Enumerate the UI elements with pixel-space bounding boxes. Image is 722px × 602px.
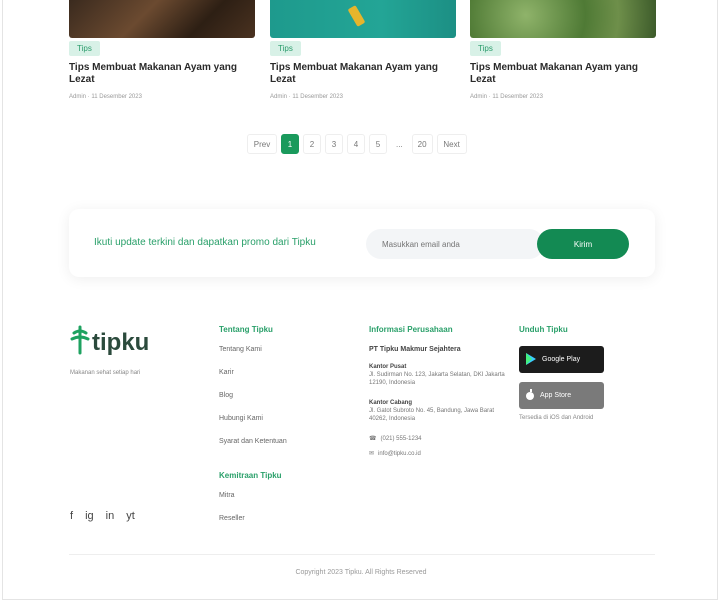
app-store-button[interactable]: App Store: [519, 382, 604, 409]
apple-icon: [525, 388, 535, 403]
phone-text: (021) 555-1234: [380, 435, 422, 442]
footer-divider: [69, 554, 655, 555]
contact-email[interactable]: ✉ info@tipku.co.id: [369, 450, 509, 458]
article-meta: Admin · 11 Desember 2023: [270, 94, 343, 100]
pagination-ellipsis: ...: [391, 134, 408, 154]
article-title[interactable]: Tips Membuat Makanan Ayam yang Lezat: [69, 62, 255, 88]
article-tag[interactable]: Tips: [470, 41, 501, 56]
logo-wordmark: tipku: [92, 329, 150, 356]
footer-column-heading: Kemitraan Tipku: [219, 471, 282, 480]
footer-link[interactable]: Mitra: [219, 492, 349, 515]
phone-icon: ☎: [369, 436, 377, 442]
footer-link[interactable]: Syarat dan Ketentuan: [219, 438, 349, 461]
article-tag[interactable]: Tips: [270, 41, 301, 56]
instagram-icon[interactable]: ig: [85, 510, 94, 522]
page-button-2[interactable]: 2: [303, 134, 321, 154]
store-note: Tersedia di iOS dan Android: [519, 415, 594, 421]
footer-link[interactable]: Karir: [219, 369, 349, 392]
google-play-button[interactable]: Google Play: [519, 346, 604, 373]
facebook-icon[interactable]: f: [70, 510, 73, 522]
article-thumbnail[interactable]: [270, 0, 456, 38]
logo-icon: [70, 325, 90, 361]
newsletter-box: Ikuti update terkini dan dapatkan promo …: [69, 209, 655, 277]
footer-link[interactable]: Tentang Kami: [219, 346, 349, 369]
google-play-label: Google Play: [542, 356, 581, 363]
address-text: Jl. Gatot Subroto No. 45, Bandung, Jawa …: [369, 408, 495, 422]
article-card[interactable]: Tips Tips Membuat Makanan Ayam yang Leza…: [270, 0, 456, 100]
newsletter-text: Ikuti update terkini dan dapatkan promo …: [94, 237, 316, 248]
page-button-1[interactable]: 1: [281, 134, 299, 154]
page-button-5[interactable]: 5: [369, 134, 387, 154]
address-label: Kantor Cabang: [369, 400, 413, 406]
article-meta: Admin · 11 Desember 2023: [69, 94, 142, 100]
article-thumbnail[interactable]: [69, 0, 255, 38]
article-list: Tips Tips Membuat Makanan Ayam yang Leza…: [69, 0, 657, 110]
article-meta: Admin · 11 Desember 2023: [470, 94, 543, 100]
prev-page-button[interactable]: Prev: [247, 134, 277, 154]
address-label: Kantor Pusat: [369, 364, 407, 370]
article-tag[interactable]: Tips: [69, 41, 100, 56]
linkedin-icon[interactable]: in: [106, 510, 115, 522]
mail-icon: ✉: [369, 451, 375, 457]
footer-column-heading: Tentang Tipku: [219, 325, 273, 334]
page-button-last[interactable]: 20: [411, 134, 433, 154]
footer-tagline: Makanan sehat setiap hari: [70, 370, 141, 376]
footer-link[interactable]: Hubungi Kami: [219, 415, 349, 438]
newsletter-email-input[interactable]: [366, 229, 544, 259]
footer-link[interactable]: Reseller: [219, 515, 349, 538]
footer-column-heading: Unduh Tipku: [519, 325, 568, 334]
footer-link[interactable]: Blog: [219, 392, 349, 415]
contact-phone[interactable]: ☎ (021) 555-1234: [369, 435, 509, 443]
article-card[interactable]: Tips Tips Membuat Makanan Ayam yang Leza…: [69, 0, 255, 100]
page-button-3[interactable]: 3: [325, 134, 343, 154]
app-store-label: App Store: [540, 392, 572, 399]
company-name: PT Tipku Makmur Sejahtera: [369, 346, 461, 353]
article-title[interactable]: Tips Membuat Makanan Ayam yang Lezat: [470, 62, 656, 88]
article-title[interactable]: Tips Membuat Makanan Ayam yang Lezat: [270, 62, 456, 88]
footer-column-company: Informasi Perusahaan PT Tipku Makmur Sej…: [369, 325, 509, 465]
footer-column-heading: Informasi Perusahaan: [369, 325, 453, 334]
footer-column-download: Unduh Tipku Google Play App Store Tersed…: [519, 325, 639, 421]
email-text: info@tipku.co.id: [378, 450, 421, 457]
page-button-4[interactable]: 4: [347, 134, 365, 154]
address-block: Kantor Pusat Jl. Sudirman No. 123, Jakar…: [369, 363, 509, 387]
newsletter-submit-button[interactable]: Kirim: [537, 229, 629, 259]
pagination: Prev 1 2 3 4 5 ... 20 Next: [247, 134, 467, 154]
footer-logo[interactable]: tipku: [70, 325, 149, 361]
google-play-icon: [525, 352, 537, 368]
next-page-button[interactable]: Next: [436, 134, 467, 154]
article-card[interactable]: Tips Tips Membuat Makanan Ayam yang Leza…: [470, 0, 656, 100]
copyright-text: Copyright 2023 Tipku. All Rights Reserve…: [295, 569, 427, 576]
social-links: f ig in yt: [70, 510, 135, 522]
footer-column-about: Tentang Tipku Tentang Kami Karir Blog Hu…: [219, 325, 349, 461]
pen-image: [347, 5, 366, 27]
article-thumbnail[interactable]: [470, 0, 656, 38]
address-block: Kantor Cabang Jl. Gatot Subroto No. 45, …: [369, 399, 509, 423]
address-text: Jl. Sudirman No. 123, Jakarta Selatan, D…: [369, 372, 505, 386]
footer-column-partnership: Kemitraan Tipku Mitra Reseller: [219, 471, 349, 538]
youtube-icon[interactable]: yt: [126, 510, 135, 522]
